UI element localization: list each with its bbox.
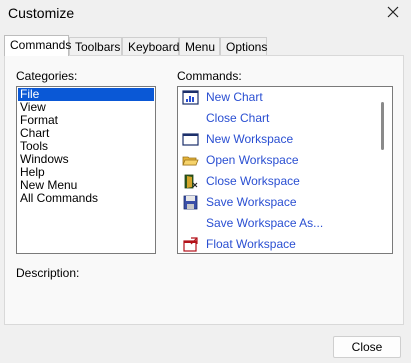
window-title: Customize bbox=[8, 5, 75, 21]
command-item-close-workspace[interactable]: Close Workspace bbox=[178, 171, 392, 192]
command-item-save-workspace[interactable]: Save Workspace bbox=[178, 192, 392, 213]
description-label: Description: bbox=[16, 266, 80, 280]
command-item-open-workspace[interactable]: Open Workspace bbox=[178, 150, 392, 171]
category-item-all-commands[interactable]: All Commands bbox=[18, 192, 154, 205]
floppy-disk-icon bbox=[182, 194, 199, 211]
command-item-new-workspace[interactable]: New Workspace bbox=[178, 129, 392, 150]
command-item-new-chart[interactable]: New Chart bbox=[178, 87, 392, 108]
command-item-save-workspace-as[interactable]: Save Workspace As... bbox=[178, 213, 392, 234]
tab-commands[interactable]: Commands bbox=[4, 35, 71, 56]
command-label: Open Workspace bbox=[206, 153, 299, 167]
commands-listbox[interactable]: New Chart Close Chart New Workspace Open… bbox=[177, 86, 393, 254]
command-label: Save Workspace As... bbox=[206, 216, 324, 230]
tab-options[interactable]: Options bbox=[220, 37, 267, 55]
categories-label: Categories: bbox=[16, 69, 78, 83]
close-button[interactable]: Close bbox=[333, 336, 401, 358]
command-label: New Workspace bbox=[206, 132, 294, 146]
scrollbar-thumb[interactable] bbox=[381, 102, 384, 150]
float-window-icon bbox=[182, 236, 199, 253]
customize-dialog: Customize Commands Toolbars Keyboard Men… bbox=[0, 0, 411, 363]
command-label: New Chart bbox=[206, 90, 263, 104]
chart-icon bbox=[182, 89, 199, 106]
folder-open-icon bbox=[182, 152, 199, 169]
command-item-float-workspace[interactable]: Float Workspace bbox=[178, 234, 392, 253]
tab-keyboard[interactable]: Keyboard bbox=[122, 37, 179, 55]
title-bar: Customize bbox=[0, 0, 411, 28]
commands-label: Commands: bbox=[177, 69, 242, 83]
command-label: Close Workspace bbox=[206, 174, 300, 188]
close-icon[interactable] bbox=[385, 4, 401, 20]
window-icon bbox=[182, 131, 199, 148]
command-label: Close Chart bbox=[206, 111, 270, 125]
commands-scrollbar[interactable] bbox=[374, 87, 392, 253]
command-item-close-chart[interactable]: Close Chart bbox=[178, 108, 392, 129]
close-door-icon bbox=[182, 173, 199, 190]
command-label: Save Workspace bbox=[206, 195, 297, 209]
command-label: Float Workspace bbox=[206, 237, 296, 251]
categories-listbox[interactable]: File View Format Chart Tools Windows Hel… bbox=[16, 86, 156, 254]
tab-toolbars[interactable]: Toolbars bbox=[69, 37, 122, 55]
tab-menu[interactable]: Menu bbox=[179, 37, 220, 55]
